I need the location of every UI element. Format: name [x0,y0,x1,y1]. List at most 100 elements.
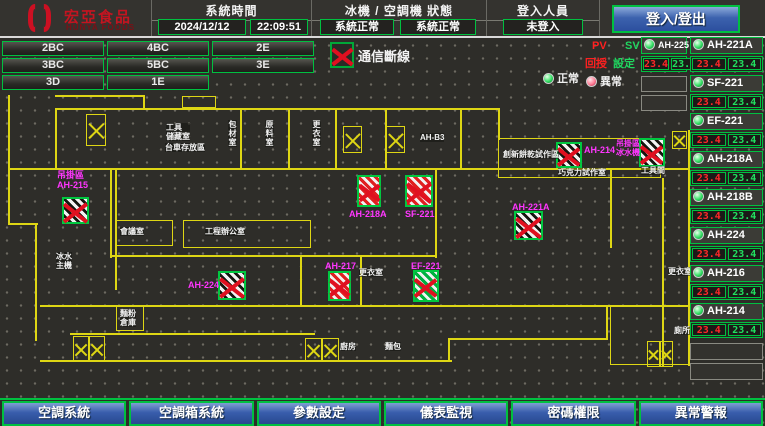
empty-slot [641,76,687,92]
map-device-label: 吊掛區 AH-215 [57,170,88,190]
map-device-sf-221[interactable] [405,175,433,207]
map-device-label: AH-217 [325,261,356,271]
nav-button-1[interactable]: 空調系統 [2,401,126,426]
abnormal-led-icon [586,76,597,87]
login-cell: 登入人員 未登入 [487,0,600,36]
system-time-cell: 系統時間 2024/12/12 22:09:51 [152,0,312,36]
wall-segment [55,108,500,110]
stairs-icon [386,126,405,153]
device-led-icon [693,191,704,202]
room-label: 更衣室 [359,268,383,277]
map-device-ef-221[interactable] [413,270,439,302]
sv-value: 23.4 [728,286,762,298]
map-device-label: AH-218A [349,209,387,219]
map-device-ah-215[interactable] [62,197,89,224]
strip-device-ah-225[interactable]: AH-225 [641,37,687,54]
strip-device-ah-224[interactable]: AH-224 [690,227,763,244]
room-label: 巧克力試作室 [558,168,606,177]
comm-loss-label: 通信斷線 [358,46,410,65]
empty-slot [690,343,763,360]
wall-segment [110,255,437,257]
floor-button-3bc[interactable]: 3BC [2,58,104,73]
strip-device-ah-216[interactable]: AH-216 [690,265,763,282]
floor-button-3d[interactable]: 3D [2,75,104,90]
strip-device-sf-221[interactable]: SF-221 [690,75,763,92]
map-device-label: EF-221 [411,261,441,271]
bottom-nav: 空調系統空調箱系統參數設定儀表監視密碼權限異常警報 [0,401,765,426]
sv-value: 23.4 [728,210,762,222]
stairs-icon [305,338,322,361]
wall-segment [8,223,38,225]
stairs-icon [322,338,339,361]
floor-button-3e[interactable]: 3E [212,58,314,73]
device-name: SF-221 [707,77,743,89]
device-led-icon [693,267,704,278]
wall-segment [435,168,437,258]
room-label: 吊掛區 冰水機 [616,139,640,157]
wall-segment [143,95,145,110]
floor-button-1e[interactable]: 1E [107,75,209,90]
device-name: AH-221A [707,39,753,51]
wall-segment [110,168,112,258]
map-device-ah-221a[interactable] [514,211,543,240]
room-label: 更衣室 [668,267,692,276]
wall-segment [55,95,145,97]
stairs-icon [343,126,362,153]
device-led-icon [693,115,704,126]
room-outline [183,220,311,248]
room-label: 工具 儲藏室 [166,123,190,141]
strip-device-ef-221[interactable]: EF-221 [690,113,763,130]
floor-button-2bc[interactable]: 2BC [2,41,104,56]
strip-values-ef-221: 23.423.4 [690,132,763,148]
pv-value: 23.4 [643,58,669,70]
map-device-ah-217[interactable] [328,271,351,301]
map-device-label: AH-214 [584,145,615,155]
room-label: 冰水 主機 [56,252,72,270]
pv-value: 23.4 [692,248,726,260]
company-logo-icon [28,4,58,34]
comm-loss-icon [330,42,354,68]
wall-segment [460,108,462,168]
wall-segment [35,223,37,341]
floor-button-5bc[interactable]: 5BC [107,58,209,73]
pv-value: 23.4 [692,172,726,184]
strip-device-ah-214[interactable]: AH-214 [690,303,763,320]
stairs-icon [647,341,660,367]
map-device[interactable] [639,138,665,167]
room-label: AH-B3 [420,133,444,142]
strip-device-ah-221a[interactable]: AH-221A [690,37,763,54]
login-logout-button[interactable]: 登入/登出 [612,5,740,33]
setpoint-label: 設定 [613,55,635,71]
floor-button-4bc[interactable]: 4BC [107,41,209,56]
nav-button-3[interactable]: 參數設定 [257,401,381,426]
feedback-label: 回授 [585,55,607,71]
room-outline [182,96,216,108]
pv-value: 23.4 [692,210,726,222]
nav-button-2[interactable]: 空調箱系統 [129,401,253,426]
floor-button-2e[interactable]: 2E [212,41,314,56]
room-label: 廚房 [340,342,356,351]
strip-values-ah-225: 23.423.4 [641,56,687,72]
sv-value: 23.4 [728,172,762,184]
pv-value: 23.4 [692,324,726,336]
nav-button-5[interactable]: 密碼權限 [511,401,635,426]
strip-values-ah-221a: 23.423.4 [690,56,763,72]
strip-values-sf-221: 23.423.4 [690,94,763,110]
map-device-ah-218a[interactable] [357,175,381,207]
nav-button-4[interactable]: 儀表監視 [384,401,508,426]
map-device-ah-214[interactable] [556,142,582,168]
nav-button-6[interactable]: 異常警報 [639,401,763,426]
empty-slot [641,95,687,111]
system-clock-value: 22:09:51 [250,19,308,35]
strip-device-ah-218b[interactable]: AH-218B [690,189,763,206]
device-led-icon [693,229,704,240]
room-label: 創新餅乾試作區 [503,150,559,159]
room-label: 麵包 [385,342,401,351]
map-device-ah-224[interactable] [218,271,246,300]
wall-segment [610,168,612,248]
room-label: 工程辦公室 [205,227,245,236]
strip-device-ah-218a[interactable]: AH-218A [690,151,763,168]
wall-segment [448,338,608,340]
logo-cell: 宏亞食品 HUNYA FOODS [0,0,152,36]
pv-value: 23.4 [692,96,726,108]
